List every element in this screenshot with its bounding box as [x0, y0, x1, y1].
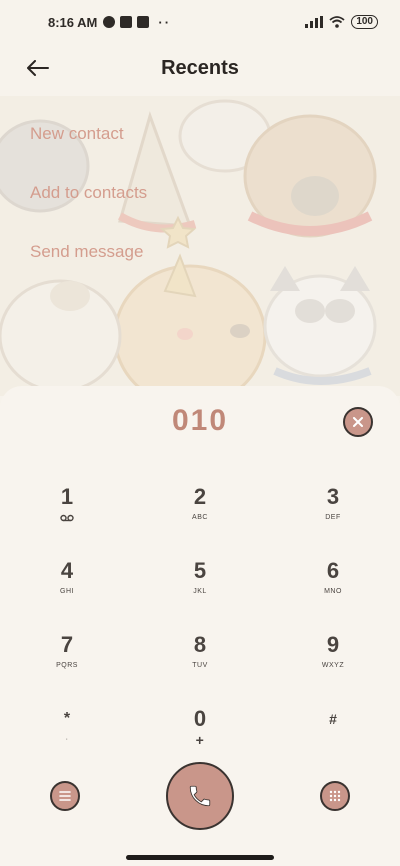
key-digit: 7 — [60, 632, 74, 657]
key-2[interactable]: 2 ABC — [134, 474, 266, 548]
key-6[interactable]: 6 MNO — [266, 548, 400, 622]
key-letters: DEF — [325, 514, 341, 521]
app-header: Recents — [0, 44, 400, 92]
call-button[interactable] — [166, 762, 234, 830]
page-title: Recents — [161, 56, 239, 79]
key-star[interactable]: * · — [0, 696, 134, 770]
key-letters: ABC — [192, 514, 208, 521]
new-contact-button[interactable]: New contact — [30, 120, 230, 179]
key-digit: 1 — [60, 484, 74, 509]
key-3[interactable]: 3 DEF — [266, 474, 400, 548]
key-digit: 0 — [193, 706, 207, 731]
key-digit: 3 — [326, 484, 340, 509]
key-digit: 9 — [326, 632, 340, 657]
key-letters: WXYZ — [321, 662, 345, 669]
menu-button[interactable] — [50, 781, 80, 811]
dialed-number: 010 — [171, 404, 229, 437]
arrow-left-icon — [27, 60, 49, 76]
send-message-button[interactable]: Send message — [30, 238, 230, 297]
key-digit: 4 — [60, 558, 74, 583]
key-digit: 8 — [193, 632, 207, 657]
dialer-controls — [0, 760, 400, 840]
signal-icon — [305, 16, 324, 28]
square-notification-icon — [120, 16, 133, 28]
dialpad-icon — [329, 790, 341, 802]
close-icon — [353, 417, 363, 427]
key-4[interactable]: 4 GHI — [0, 548, 134, 622]
key-letters: JKL — [193, 588, 207, 595]
wifi-icon — [329, 16, 345, 28]
add-to-contacts-button[interactable]: Add to contacts — [30, 179, 230, 238]
key-7[interactable]: 7 PQRS — [0, 622, 134, 696]
keypad: 1 2 ABC 3 DEF 4 GHI 5 JKL 6 MNO 7 PQRS 8… — [0, 474, 400, 770]
key-letters: PQRS — [56, 662, 78, 669]
key-letters: · — [65, 736, 69, 743]
key-digit: # — [329, 711, 337, 727]
menu-icon — [59, 791, 71, 801]
home-indicator[interactable] — [126, 855, 274, 860]
status-bar: 8:16 AM ·· 100 — [0, 0, 400, 44]
key-digit: * — [63, 710, 71, 727]
back-button[interactable] — [24, 54, 52, 82]
battery-icon: 100 — [351, 15, 378, 29]
contact-actions: New contact Add to contacts Send message — [30, 120, 230, 297]
key-9[interactable]: 9 WXYZ — [266, 622, 400, 696]
voicemail-icon — [60, 514, 74, 522]
key-5[interactable]: 5 JKL — [134, 548, 266, 622]
dialpad-button[interactable] — [320, 781, 350, 811]
key-8[interactable]: 8 TUV — [134, 622, 266, 696]
key-1[interactable]: 1 — [0, 474, 134, 548]
key-letters: TUV — [192, 662, 208, 669]
key-digit: 6 — [326, 558, 340, 583]
key-0[interactable]: 0 + — [134, 696, 266, 770]
clear-button[interactable] — [343, 407, 373, 437]
key-digit: 5 — [193, 558, 207, 583]
upload-notification-icon — [137, 16, 150, 28]
key-hash[interactable]: # — [266, 696, 400, 770]
app-notification-icon — [103, 16, 116, 28]
key-letters: + — [195, 732, 205, 748]
more-notifications-indicator: ·· — [158, 14, 172, 30]
status-time: 8:16 AM — [48, 14, 98, 30]
key-letters: MNO — [324, 588, 342, 595]
key-digit: 2 — [193, 484, 207, 509]
key-letters: GHI — [60, 588, 74, 595]
phone-icon — [189, 785, 211, 807]
